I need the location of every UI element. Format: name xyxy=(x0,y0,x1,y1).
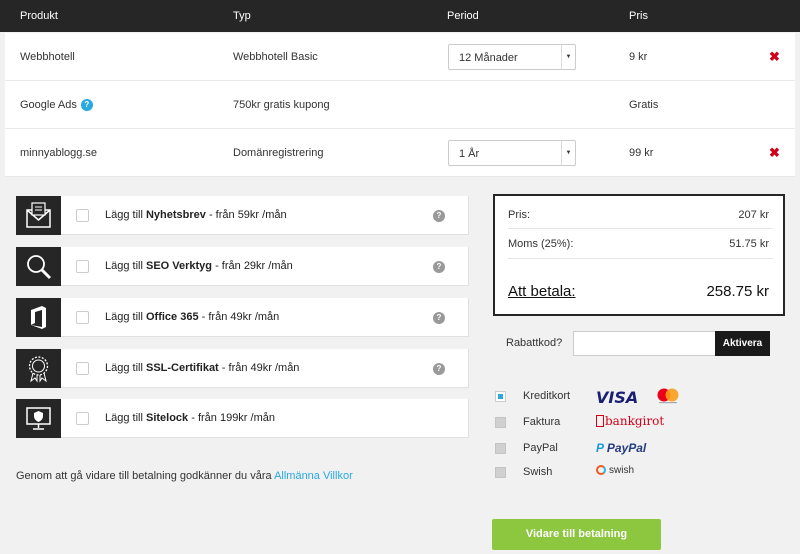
addon-checkbox[interactable] xyxy=(76,209,89,222)
ssl-badge-icon xyxy=(16,349,61,388)
order-summary: Pris: 207 kr Moms (25%): 51.75 kr Att be… xyxy=(493,194,785,316)
product-type: Webbhotell Basic xyxy=(233,51,318,63)
remove-icon[interactable]: ✖ xyxy=(769,49,780,65)
addon-name: Office 365 xyxy=(145,311,199,323)
discount-code-input[interactable] xyxy=(573,331,716,356)
product-price: 9 kr xyxy=(629,51,648,63)
seo-magnifier-icon xyxy=(16,247,61,286)
activate-button[interactable]: Aktivera xyxy=(715,331,770,356)
payment-radio-swish[interactable] xyxy=(495,467,506,478)
addon-name: Sitelock xyxy=(145,412,189,424)
summary-total-label: Att betala: xyxy=(508,283,576,300)
chevron-down-icon: ▼ xyxy=(561,45,575,69)
summary-vat-value: 51.75 kr xyxy=(729,238,769,250)
divider xyxy=(508,228,773,229)
payment-radio-card[interactable] xyxy=(495,391,506,402)
addon-sitelock[interactable]: Lägg till Sitelock - från 199kr /mån xyxy=(16,399,469,438)
help-icon[interactable]: ? xyxy=(433,363,445,375)
payment-radio-paypal[interactable] xyxy=(495,443,506,454)
newsletter-icon xyxy=(16,196,61,235)
office-icon xyxy=(16,298,61,337)
addon-seo[interactable]: Lägg till SEO Verktyg - från 29kr /mån ? xyxy=(16,247,469,286)
product-price: 99 kr xyxy=(629,147,654,159)
addon-checkbox[interactable] xyxy=(76,412,89,425)
mastercard-logo xyxy=(657,388,679,404)
terms-link[interactable]: Allmänna Villkor xyxy=(274,470,353,482)
header-type: Typ xyxy=(233,10,251,22)
period-value: 1 År xyxy=(459,148,480,160)
period-select[interactable]: 1 År ▼ xyxy=(448,140,576,166)
header-period: Period xyxy=(447,10,479,22)
summary-vat-label: Moms (25%): xyxy=(508,238,574,250)
period-value: 12 Månader xyxy=(459,52,518,64)
terms-text: Genom att gå vidare till betalning godkä… xyxy=(16,470,353,482)
product-name: Webbhotell xyxy=(20,51,75,63)
table-row: Webbhotell Webbhotell Basic 12 Månader ▼… xyxy=(5,33,795,81)
period-select[interactable]: 12 Månader ▼ xyxy=(448,44,576,70)
addon-name: Nyhetsbrev xyxy=(145,209,206,221)
summary-total-value: 258.75 kr xyxy=(706,283,769,300)
remove-icon[interactable]: ✖ xyxy=(769,145,780,161)
help-icon[interactable]: ? xyxy=(80,99,93,112)
visa-logo: VISA xyxy=(596,388,639,407)
addon-checkbox[interactable] xyxy=(76,260,89,273)
discount-label: Rabattkod? xyxy=(506,337,563,349)
product-name: minnyablogg.se xyxy=(20,147,98,159)
addon-newsletter[interactable]: Lägg till Nyhetsbrev - från 59kr /mån ? xyxy=(16,196,469,235)
cart-table-header: Produkt Typ Period Pris xyxy=(0,0,800,32)
divider xyxy=(508,258,773,259)
product-type: Domänregistrering xyxy=(233,147,324,159)
table-row: Google Ads? 750kr gratis kupong Gratis xyxy=(5,81,795,129)
addon-checkbox[interactable] xyxy=(76,362,89,375)
proceed-to-payment-button[interactable]: Vidare till betalning xyxy=(492,519,661,550)
product-price: Gratis xyxy=(629,99,659,111)
addon-name: SEO Verktyg xyxy=(145,260,213,272)
bankgirot-logo: bankgirot xyxy=(596,414,664,428)
addon-name: SSL-Certifikat xyxy=(145,362,219,374)
payment-radio-invoice[interactable] xyxy=(495,417,506,428)
payment-label: Kreditkort xyxy=(523,390,571,402)
payment-label: Faktura xyxy=(523,416,561,428)
paypal-logo: P PayPal xyxy=(596,441,647,455)
help-icon[interactable]: ? xyxy=(433,210,445,222)
help-icon[interactable]: ? xyxy=(433,261,445,273)
table-row: minnyablogg.se Domänregistrering 1 År ▼ … xyxy=(5,129,795,177)
product-name: Google Ads xyxy=(20,99,77,111)
chevron-down-icon: ▼ xyxy=(561,141,575,165)
addon-office365[interactable]: Lägg till Office 365 - från 49kr /mån ? xyxy=(16,298,469,337)
summary-price-label: Pris: xyxy=(508,209,530,221)
product-type: 750kr gratis kupong xyxy=(233,99,330,111)
swish-logo: swish xyxy=(596,465,634,476)
payment-label: PayPal xyxy=(523,442,558,454)
header-product: Produkt xyxy=(20,10,58,22)
summary-price-value: 207 kr xyxy=(738,209,769,221)
addon-ssl[interactable]: Lägg till SSL-Certifikat - från 49kr /må… xyxy=(16,349,469,388)
help-icon[interactable]: ? xyxy=(433,312,445,324)
sitelock-monitor-icon xyxy=(16,399,61,438)
payment-label: Swish xyxy=(523,466,553,478)
addon-checkbox[interactable] xyxy=(76,311,89,324)
header-price: Pris xyxy=(629,10,648,22)
